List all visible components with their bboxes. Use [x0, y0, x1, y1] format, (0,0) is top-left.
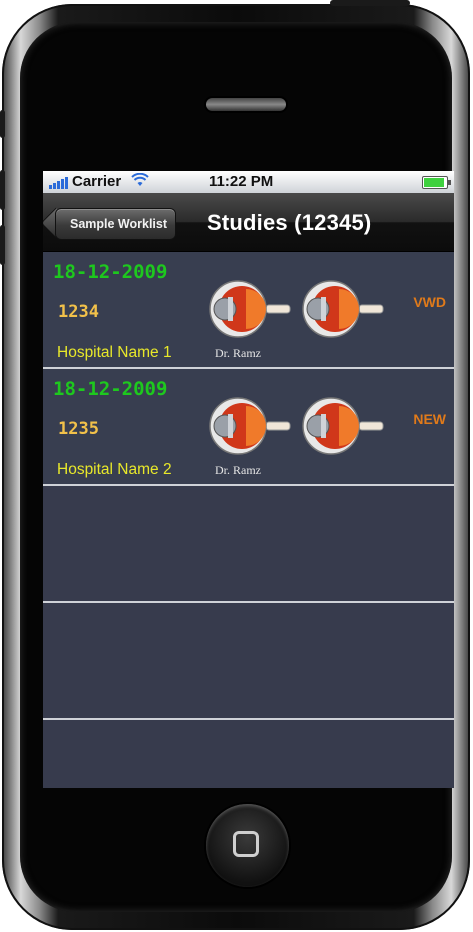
battery-level	[424, 178, 444, 187]
study-date: 18-12-2009	[53, 261, 168, 283]
status-left: Carrier	[49, 172, 149, 190]
carrier-label: Carrier	[72, 173, 122, 190]
battery-icon	[422, 176, 451, 189]
studies-list: 18-12-2009 1234 Hospital Name 1 Dr. Ramz	[43, 252, 454, 720]
hospital-name: Hospital Name 1	[57, 344, 172, 361]
status-time: 11:22 PM	[209, 173, 274, 190]
doctor-name: Dr. Ramz	[215, 463, 261, 477]
doctor-name: Dr. Ramz	[215, 346, 261, 360]
status-badge: VWD	[413, 294, 446, 310]
home-button[interactable]	[206, 804, 289, 887]
mute-switch	[0, 110, 5, 138]
right-eye-icon	[302, 280, 384, 338]
back-button[interactable]: Sample Worklist	[55, 208, 177, 240]
earpiece-speaker	[206, 98, 286, 111]
volume-down-button	[0, 225, 5, 265]
study-date: 18-12-2009	[53, 378, 168, 400]
study-id: 1234	[58, 302, 99, 322]
wifi-icon	[131, 172, 149, 190]
empty-row	[43, 603, 454, 720]
left-eye-icon	[209, 280, 291, 338]
study-row[interactable]: 18-12-2009 1235 Hospital Name 2 Dr. Ramz	[43, 369, 454, 486]
right-eye-icon	[302, 397, 384, 455]
hospital-name: Hospital Name 2	[57, 461, 172, 478]
sleep-button	[330, 0, 410, 6]
study-row[interactable]: 18-12-2009 1234 Hospital Name 1 Dr. Ramz	[43, 252, 454, 369]
screen: Carrier 11:22 PM Sample Worklist Studies…	[43, 171, 454, 788]
status-bar: Carrier 11:22 PM	[43, 171, 454, 193]
navigation-bar: Sample Worklist Studies (12345)	[43, 193, 454, 252]
home-square-icon	[233, 831, 259, 857]
volume-up-button	[0, 170, 5, 210]
left-eye-icon	[209, 397, 291, 455]
signal-bars-icon	[49, 175, 68, 189]
back-button-label: Sample Worklist	[70, 217, 168, 231]
empty-row	[43, 486, 454, 603]
status-badge: NEW	[413, 411, 446, 427]
study-id: 1235	[58, 419, 99, 439]
